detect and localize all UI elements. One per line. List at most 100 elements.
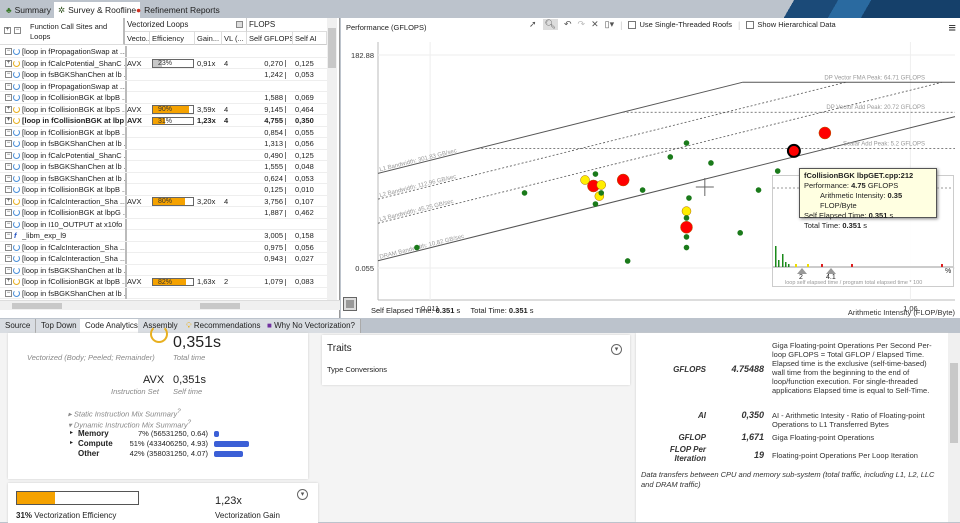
histogram-unit: %: [945, 268, 952, 275]
point-tooltip: fCollisionBGK lbpGET.cpp:212 Performance…: [799, 168, 937, 230]
col-vl[interactable]: VL (...: [222, 32, 247, 45]
collapse-row-icon[interactable]: −: [5, 94, 12, 101]
tab-code-analytics[interactable]: Code Analytics: [80, 319, 144, 333]
table-row[interactable]: − [loop in fsBGKShanChen at lb ... 1,555 0,…: [0, 161, 327, 173]
table-row[interactable]: − [loop in I10_OUTPUT at x10fo ...: [0, 218, 327, 230]
table-row[interactable]: − [loop in fCalcInteraction_Sha ... 0,975 0…: [0, 241, 327, 253]
collapse-row-icon[interactable]: −: [5, 289, 12, 297]
table-row[interactable]: − f _libm_exp_l9 3,005 0,158: [0, 230, 327, 242]
tab-survey-roofline[interactable]: ✲ Survey & Roofline: [54, 2, 141, 18]
col-self-gflops[interactable]: Self GFLOPS: [247, 32, 293, 45]
expand-row-icon[interactable]: +: [5, 278, 12, 285]
tab-source[interactable]: Source: [0, 319, 37, 333]
row-vectorized-isa: AVX: [127, 277, 142, 286]
expand-card-icon[interactable]: ▾: [297, 489, 308, 500]
histogram-caption: loop self elapsed time / program total e…: [785, 280, 923, 286]
collapse-row-icon[interactable]: −: [5, 128, 12, 136]
col-vectorized[interactable]: Vecto...: [125, 32, 150, 45]
table-row[interactable]: + [loop in fCollisionBGK at lbp ... AVX 31%…: [0, 115, 327, 127]
dynamic-mix-toggle[interactable]: ▾ Dynamic Instruction Mix Summary?: [68, 419, 191, 430]
tab-recommendations[interactable]: 💡︎ Recommendations: [181, 319, 267, 333]
row-vectorized-isa: AVX: [127, 196, 142, 206]
tab-refinement-reports[interactable]: ● Refinement Reports: [132, 2, 224, 18]
expand-row-icon[interactable]: +: [5, 197, 12, 205]
collapse-group-icon[interactable]: [236, 21, 243, 28]
collapse-row-icon[interactable]: −: [5, 209, 12, 216]
traits-card: Traits Type Conversions ▾: [322, 335, 630, 385]
collapse-row-icon[interactable]: −: [5, 71, 12, 78]
table-row[interactable]: − [loop in fPropagationSwap at ...: [0, 80, 327, 92]
loop-icon: [13, 71, 20, 78]
vectorized-loops-group-header[interactable]: Vectorized Loops: [125, 18, 247, 32]
collapse-row-icon[interactable]: −: [5, 255, 12, 262]
expand-row-icon[interactable]: +: [5, 105, 12, 113]
expand-row-icon[interactable]: +: [5, 59, 12, 67]
loop-icon: [13, 174, 20, 182]
table-row[interactable]: − [loop in fPropagationSwap at ...: [0, 46, 327, 58]
table-vertical-scrollbar[interactable]: [327, 18, 337, 300]
collapse-row-icon[interactable]: −: [5, 82, 12, 90]
metrics-scrollbar[interactable]: [948, 333, 960, 522]
expand-card-icon[interactable]: ▾: [611, 344, 622, 355]
table-row[interactable]: − [loop in fCollisionBGK at lbpB ... 0,125…: [0, 184, 327, 196]
table-row[interactable]: + [loop in fCalcPotential_ShanC ... AVX 23%…: [0, 57, 327, 69]
table-horizontal-scrollbar[interactable]: [0, 300, 340, 310]
table-row[interactable]: − [loop in fsBGKShanChen at lb ... 0,624 0,…: [0, 172, 327, 184]
row-self-ai: 0,053: [295, 173, 314, 183]
col-self-ai[interactable]: Self AI: [293, 32, 327, 45]
table-row[interactable]: − [loop in fCollisionBGK at lbpB ... 1,588…: [0, 92, 327, 104]
collapse-row-icon[interactable]: −: [5, 232, 12, 239]
name-column-header[interactable]: + − Function Call Sites and Loops: [0, 18, 125, 45]
efficiency-bar: 80%: [152, 197, 194, 206]
col-efficiency[interactable]: Efficiency: [150, 32, 195, 45]
expand-all-button[interactable]: +: [4, 27, 11, 34]
gflops-bar-icon: [285, 163, 286, 171]
summary-card: 0,351s Total time Vectorized (Body; Peel…: [8, 325, 308, 479]
table-row[interactable]: + [loop in fCalcInteraction_Sha ... AVX 80%…: [0, 195, 327, 207]
collapse-row-icon[interactable]: −: [5, 266, 12, 274]
col-gain[interactable]: Gain...: [195, 32, 222, 45]
metric-description: Giga Floating-point Operations Per Secon…: [772, 341, 932, 395]
flops-group-header[interactable]: FLOPS: [247, 18, 327, 32]
row-self-ai: 0,055: [295, 127, 314, 137]
collapse-row-icon[interactable]: −: [5, 186, 12, 193]
loop-point: [598, 190, 605, 196]
table-row[interactable]: − [loop in fsBGKShanChen at lb ... 1,313 0,…: [0, 138, 327, 150]
loop-point: [592, 201, 599, 207]
collapse-row-icon[interactable]: −: [5, 151, 12, 159]
total-time-value: 0,351s: [173, 334, 222, 351]
data-transfers-note: Data transfers between CPU and memory su…: [641, 470, 935, 489]
collapse-row-icon[interactable]: −: [5, 140, 12, 147]
table-row[interactable]: − [loop in fCollisionBGK at lbpG ... 1,887…: [0, 207, 327, 219]
x-axis-title: Arithmetic Intensity (FLOP/Byte): [848, 308, 956, 317]
bandwidth-roof-label: L2 Bandwidth: 112.96 GB/sec: [379, 174, 457, 199]
row-name: [loop in fCalcPotential_ShanC ...: [22, 150, 125, 160]
table-row[interactable]: − [loop in fCalcInteraction_Sha ... 0,943 0…: [0, 253, 327, 265]
table-row[interactable]: − [loop in fCalcPotential_ShanC ... 0,490 0…: [0, 149, 327, 161]
expand-mix-icon[interactable]: ▸: [70, 429, 73, 436]
static-mix-toggle[interactable]: ▸ Static Instruction Mix Summary?: [68, 408, 181, 419]
table-row[interactable]: − [loop in fCollisionBGK at lbpB ... 0,854…: [0, 126, 327, 138]
chart-overview-button[interactable]: [343, 297, 357, 311]
collapse-row-icon[interactable]: −: [5, 174, 12, 182]
expand-mix-icon[interactable]: ▸: [70, 439, 73, 446]
collapse-row-icon[interactable]: −: [5, 48, 12, 55]
table-row[interactable]: − [loop in fsBGKShanChen at lb ... 1,242 0,…: [0, 69, 327, 81]
tab-top-down[interactable]: Top Down: [36, 319, 83, 333]
efficiency-bar: 82%: [152, 277, 194, 286]
collapse-row-icon[interactable]: −: [5, 220, 12, 228]
collapse-row-icon[interactable]: −: [5, 163, 12, 170]
tab-why-no-vectorization[interactable]: ■ Why No Vectorization?: [262, 319, 362, 333]
collapse-row-icon[interactable]: −: [5, 243, 12, 251]
table-row[interactable]: + [loop in fCollisionBGK at lbpB ... AVX 82…: [0, 276, 327, 288]
expand-row-icon[interactable]: +: [5, 117, 12, 124]
row-self-gflops: 0,490: [250, 150, 290, 161]
table-row[interactable]: − [loop in fsBGKShanChen at lb ...: [0, 264, 327, 276]
row-self-gflops: 0,125: [250, 184, 290, 195]
table-row[interactable]: + [loop in fCollisionBGK at lbpS ... AVX 90…: [0, 103, 327, 115]
mix-bar: [214, 431, 219, 437]
collapse-all-button[interactable]: −: [14, 27, 21, 34]
instruction-set-value: AVX: [143, 374, 165, 386]
table-row[interactable]: − [loop in fsBGKShanChen at lb ...: [0, 287, 327, 299]
tab-summary[interactable]: ♣ Summary: [2, 2, 55, 18]
